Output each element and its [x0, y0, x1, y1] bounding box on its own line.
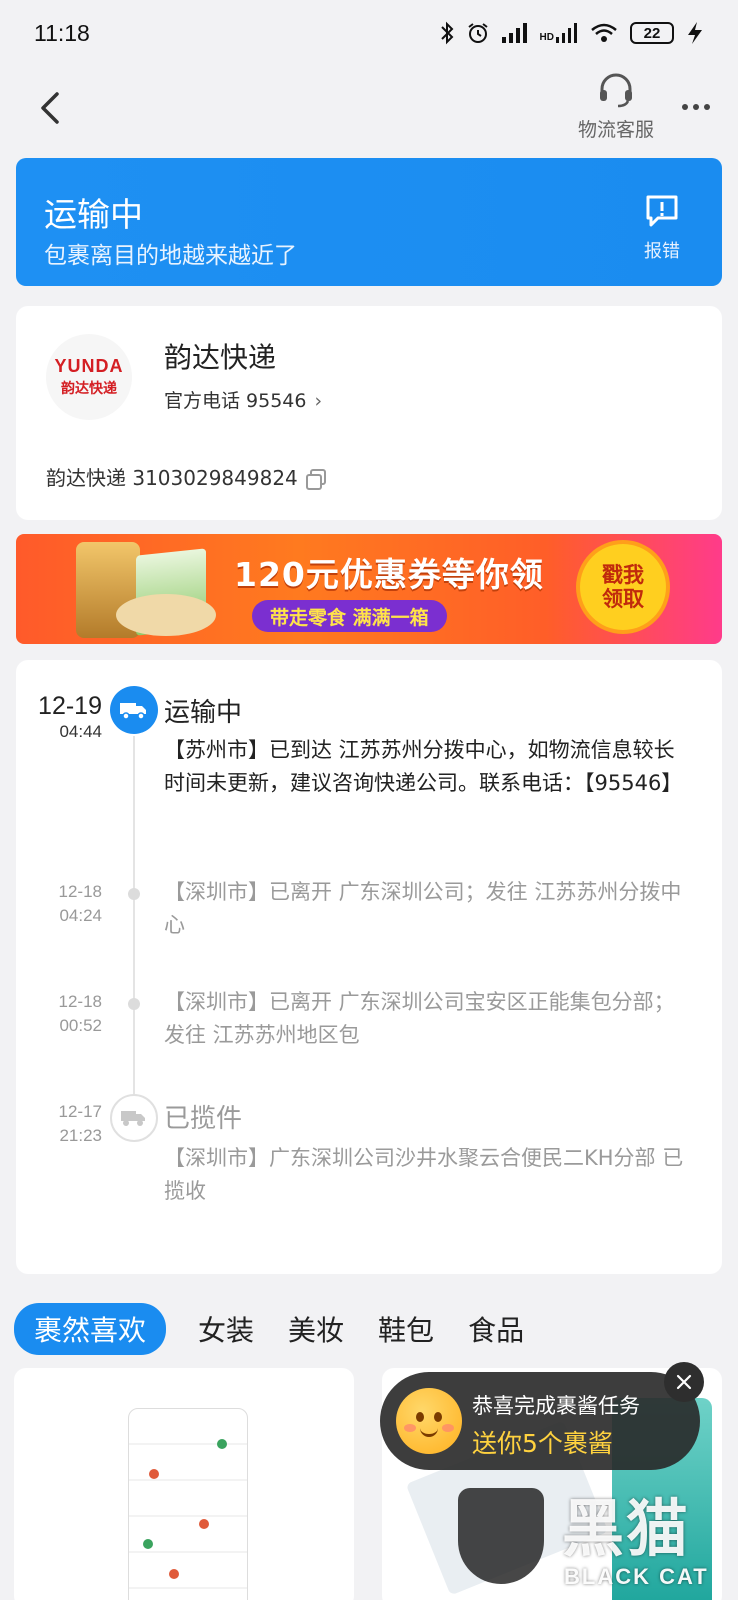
toast-reward: 送你5个裹酱: [472, 1429, 613, 1458]
chevron-left-icon: [41, 92, 59, 124]
tab-shoes-bags[interactable]: 鞋包: [376, 1309, 436, 1349]
shipping-status-banner: 运输中 包裹离目的地越来越近了 报错: [16, 158, 722, 286]
nav-bar: 物流客服: [0, 66, 738, 150]
signal-icon: [501, 23, 527, 43]
customer-service-button[interactable]: 物流客服: [566, 72, 666, 142]
more-dot-icon: [704, 104, 710, 110]
status-bar: 11:18 HD 22: [0, 0, 738, 66]
toast-message: 恭喜完成裹酱任务: [472, 1394, 640, 1418]
tracking-number-row: 韵达快递 3103029849824: [46, 462, 326, 491]
charging-icon: [688, 22, 702, 44]
bluetooth-icon: [440, 21, 453, 45]
tab-food[interactable]: 食品: [466, 1309, 526, 1349]
more-dot-icon: [682, 104, 688, 110]
more-menu-button[interactable]: [676, 92, 716, 122]
reward-toast[interactable]: 恭喜完成裹酱任务 送你5个裹酱: [380, 1372, 700, 1470]
timeline-date: 12-17 21:23: [58, 1102, 102, 1145]
product-card[interactable]: [14, 1368, 354, 1600]
alarm-icon: [467, 23, 488, 43]
close-icon: [676, 1374, 692, 1390]
kitchen-towel-roll-image: [128, 1408, 248, 1600]
report-icon: [646, 195, 678, 227]
courier-phone-link[interactable]: 官方电话 95546 ›: [164, 386, 322, 413]
timeline-dot: [128, 888, 140, 900]
recommend-tabs: 裹然喜欢 女装 美妆 鞋包 食品: [14, 1303, 526, 1355]
chevron-right-icon: ›: [314, 390, 323, 412]
copy-icon[interactable]: [305, 468, 326, 490]
timeline-text: 【苏州市】已到达 江苏苏州分拨中心，如物流信息较长时间未更新，建议咨询快递公司。…: [164, 738, 683, 795]
battery-icon: 22: [630, 22, 674, 44]
report-error-button[interactable]: 报错: [644, 194, 680, 263]
timeline-text: 【深圳市】已离开 广东深圳公司宝安区正能集包分部；发往 江苏苏州地区包: [164, 990, 675, 1047]
tab-women-clothing[interactable]: 女装: [196, 1309, 256, 1349]
status-time: 11:18: [34, 19, 90, 46]
tab-guoran-like[interactable]: 裹然喜欢: [14, 1303, 167, 1355]
promo-banner[interactable]: 120元优惠券等你领 带走零食 满满一箱 戳我 领取: [16, 534, 722, 644]
tracking-timeline: 12-19 04:44 运输中 【苏州市】已到达 江苏苏州分拨中心，如物流信息较…: [16, 660, 722, 1274]
courier-name: 韵达快递: [164, 341, 277, 374]
promo-claim-button[interactable]: 戳我 领取: [580, 544, 666, 630]
promo-headline: 120元优惠券等你领: [234, 555, 544, 594]
timeline-date: 12-18 00:52: [58, 992, 102, 1035]
courier-phone: 官方电话 95546: [164, 390, 307, 412]
courier-card: YUNDA 韵达快递 韵达快递 官方电话 95546 › 韵达快递 3103029…: [16, 306, 722, 520]
hd-signal-icon: HD: [540, 23, 578, 43]
courier-logo: YUNDA 韵达快递: [46, 334, 132, 420]
shipping-status-title: 运输中: [44, 195, 143, 234]
pickup-truck-icon: [110, 1094, 158, 1142]
tracking-number: 韵达快递 3103029849824: [46, 466, 298, 490]
more-dot-icon: [693, 104, 699, 110]
timeline-line: [133, 736, 135, 1106]
nuts-image: [116, 594, 216, 636]
customer-service-label: 物流客服: [577, 119, 654, 141]
smiley-face-icon: [396, 1388, 462, 1454]
headset-icon: [600, 73, 632, 108]
timeline-text: 【深圳市】广东深圳公司沙井水聚云合便民二KH分部 已揽收: [164, 1146, 684, 1203]
truck-icon: [110, 686, 158, 734]
timeline-date: 12-19 04:44: [38, 692, 102, 742]
tab-beauty[interactable]: 美妆: [286, 1309, 346, 1349]
timeline-status: 运输中: [164, 698, 243, 728]
timeline-text: 【深圳市】已离开 广东深圳公司；发往 江苏苏州分拨中心: [164, 880, 682, 937]
timeline-status: 已揽件: [164, 1104, 243, 1134]
wifi-icon: [591, 23, 617, 42]
promo-tagline: 带走零食 满满一箱: [252, 600, 447, 632]
back-button[interactable]: [30, 86, 70, 130]
report-error-label: 报错: [644, 241, 680, 262]
timeline-dot: [128, 998, 140, 1010]
timeline-date: 12-18 04:24: [58, 882, 102, 925]
shipping-status-subtitle: 包裹离目的地越来越近了: [44, 243, 297, 269]
toast-close-button[interactable]: [664, 1362, 704, 1402]
